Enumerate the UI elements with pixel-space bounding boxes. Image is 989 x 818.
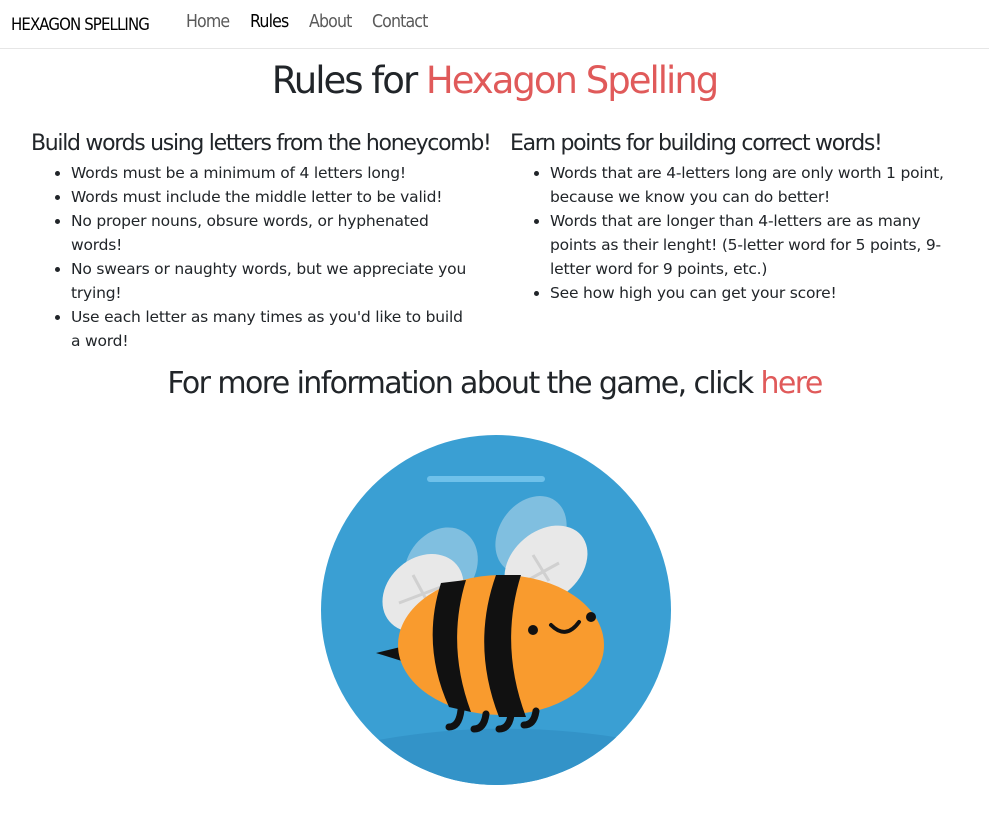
bee-icon (321, 435, 671, 785)
navbar: HEXAGON SPELLING Home Rules About Contac… (0, 0, 989, 49)
nav-link-home[interactable]: Home (186, 11, 230, 32)
build-words-heading: Build words using letters from the honey… (31, 131, 492, 156)
list-item: Words must include the middle letter to … (71, 185, 471, 209)
earn-points-list: Words that are 4-letters long are only w… (510, 161, 960, 305)
brand-link[interactable]: HEXAGON SPELLING (11, 15, 150, 35)
earn-points-section: Earn points for building correct words! … (510, 129, 989, 353)
nav-links: Home Rules About Contact (186, 11, 450, 32)
list-item: No proper nouns, obsure words, or hyphen… (71, 209, 471, 257)
nav-link-contact[interactable]: Contact (372, 11, 428, 32)
more-info-text: For more information about the game, cli… (167, 366, 761, 401)
earn-points-heading: Earn points for building correct words! (510, 131, 883, 156)
more-info-heading: For more information about the game, cli… (0, 366, 989, 401)
page-title: Rules for Hexagon Spelling (0, 55, 989, 107)
list-item: Words that are longer than 4-letters are… (550, 209, 960, 281)
list-item: Use each letter as many times as you'd l… (71, 305, 471, 353)
list-item: Words that are 4-letters long are only w… (550, 161, 960, 209)
list-item: No swears or naughty words, but we appre… (71, 257, 471, 305)
title-prefix: Rules for (271, 59, 426, 102)
build-words-section: Build words using letters from the honey… (31, 129, 510, 353)
title-highlight: Hexagon Spelling (425, 59, 719, 102)
more-info-link[interactable]: here (760, 366, 823, 401)
list-item: Words must be a minimum of 4 letters lon… (71, 161, 471, 185)
list-item: See how high you can get your score! (550, 281, 960, 305)
bee-illustration (321, 435, 671, 785)
build-words-list: Words must be a minimum of 4 letters lon… (31, 161, 471, 353)
nav-link-about[interactable]: About (309, 11, 352, 32)
nav-link-rules[interactable]: Rules (250, 11, 289, 32)
rules-columns: Build words using letters from the honey… (0, 129, 989, 353)
